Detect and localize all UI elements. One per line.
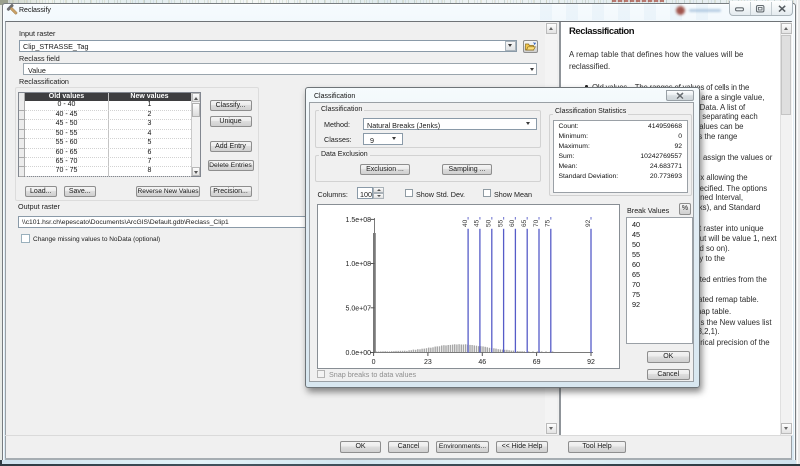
svg-text:69: 69 [533,359,541,366]
svg-text:70: 70 [533,219,540,227]
svg-text:1.0e+08: 1.0e+08 [346,261,372,268]
svg-text:50: 50 [486,219,493,227]
svg-text:23: 23 [424,359,432,366]
svg-text:92: 92 [587,359,595,366]
svg-text:60: 60 [509,219,516,227]
svg-text:45: 45 [474,219,481,227]
svg-text:55: 55 [497,219,504,227]
svg-text:0: 0 [372,359,376,366]
svg-text:1.5e+08: 1.5e+08 [346,217,372,224]
svg-text:5.0e+07: 5.0e+07 [346,305,372,312]
svg-text:46: 46 [478,359,486,366]
svg-text:92: 92 [585,219,592,227]
svg-text:65: 65 [521,219,528,227]
svg-text:40: 40 [462,219,469,227]
svg-text:0.0e+00: 0.0e+00 [346,350,372,357]
svg-text:75: 75 [545,219,552,227]
